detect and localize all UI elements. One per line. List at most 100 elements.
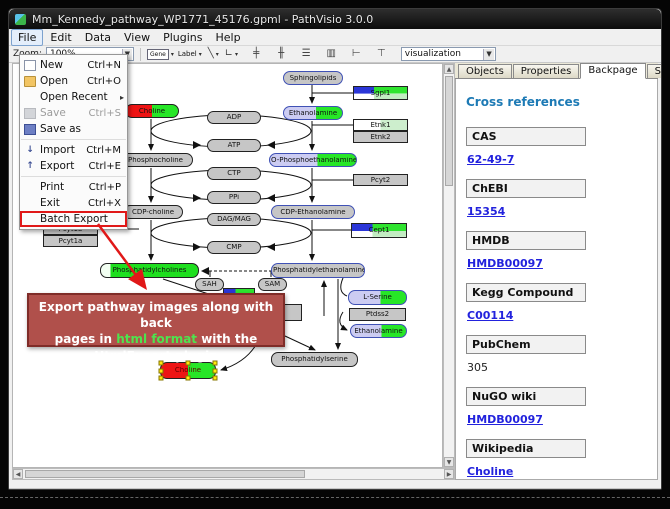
scroll-up-icon[interactable]: ▲ (444, 64, 454, 74)
menu-file[interactable]: File (11, 29, 43, 46)
section-value-link[interactable]: Choline (467, 465, 657, 478)
menu-plugins[interactable]: Plugins (157, 30, 208, 45)
section-value-link[interactable]: HMDB00097 (467, 257, 657, 270)
menu-edit[interactable]: Edit (44, 30, 77, 45)
menu-help[interactable]: Help (210, 30, 247, 45)
dropdown-arrow-icon[interactable]: ▾ (216, 51, 219, 58)
file-menu-item-open[interactable]: OpenCtrl+O (20, 73, 127, 89)
node-ctp[interactable]: CTP (207, 167, 261, 180)
node-ptdss2[interactable]: Ptdss2 (349, 308, 406, 321)
file-menu-item-export[interactable]: ExportCtrl+E (20, 158, 127, 174)
file-menu-item-print[interactable]: PrintCtrl+P (20, 179, 127, 195)
node-sam[interactable]: SAM (258, 278, 287, 291)
node-label: Sphingolipids (289, 75, 338, 82)
dropdown-arrow-icon[interactable]: ▾ (235, 51, 238, 58)
align-left-button[interactable]: ⊢ (349, 47, 364, 62)
node-choline[interactable]: Choline (160, 362, 216, 379)
annotation-line-2: pages in html format with the (29, 331, 283, 347)
node-sgpl1[interactable]: Sgpl1 (353, 86, 408, 100)
align-horizontal-center-button[interactable]: ╫ (274, 47, 289, 62)
node-pcyt1a[interactable]: Pcyt1a (43, 235, 98, 247)
node-label: Ptdss2 (365, 311, 390, 318)
node-label: Choline (138, 108, 166, 115)
scroll-down-icon[interactable]: ▼ (444, 457, 454, 467)
scroll-right-icon[interactable]: ▶ (444, 469, 454, 479)
file-menu-item-batch-export[interactable]: Batch Export (20, 211, 127, 227)
node-cmp[interactable]: CMP (207, 241, 261, 254)
menu-view[interactable]: View (118, 30, 156, 45)
horizontal-scrollbar[interactable]: ◀ ▶ (12, 468, 455, 480)
section-value-link[interactable]: 62-49-7 (467, 153, 657, 166)
selection-handle[interactable] (213, 376, 218, 381)
file-menu-item-import[interactable]: ImportCtrl+M (20, 142, 127, 158)
menu-data[interactable]: Data (79, 30, 117, 45)
node-ppi[interactable]: PPi (207, 191, 261, 204)
tab-backpage[interactable]: Backpage (580, 63, 645, 79)
gene-box-icon: Gene (147, 49, 169, 60)
selection-handle[interactable] (213, 368, 218, 373)
node-l-serine[interactable]: L-Serine (348, 290, 407, 305)
node-cdp-choline[interactable]: CDP-choline (123, 205, 183, 219)
node-dag-mag[interactable]: DAG/MAG (207, 213, 261, 226)
file-menu-item-open-recent[interactable]: Open Recent▸ (20, 89, 127, 105)
backpage-section: CAS62-49-7 (466, 127, 657, 166)
node-cept1[interactable]: Cept1 (351, 223, 407, 238)
node-o-phosphoethanolamine[interactable]: O-Phosphoethanolamine (269, 153, 357, 167)
selection-handle[interactable] (186, 376, 191, 381)
visualization-combobox[interactable]: visualization ▼ (401, 47, 496, 61)
tab-objects[interactable]: Objects (458, 64, 512, 78)
node-atp[interactable]: ATP (207, 139, 261, 152)
node-phosphatidylserine[interactable]: Phosphatidylserine (271, 352, 358, 367)
distribute-rows-button[interactable]: ☰ (299, 47, 314, 62)
file-menu-item-exit[interactable]: ExitCtrl+X (20, 195, 127, 211)
scroll-left-icon[interactable]: ◀ (13, 469, 23, 479)
title-bar[interactable]: Mm_Kennedy_pathway_WP1771_45176.gpml - P… (9, 9, 661, 29)
dropdown-arrow-icon[interactable]: ▼ (483, 49, 493, 60)
label-tool-button[interactable]: Label ▾ (178, 47, 202, 62)
tab-search[interactable]: Search (647, 64, 662, 78)
node-sphingolipids[interactable]: Sphingolipids (283, 71, 343, 85)
selection-handle[interactable] (159, 376, 164, 381)
node-sah[interactable]: SAH (195, 278, 224, 291)
node-adp[interactable]: ADP (207, 111, 261, 124)
file-menu-item-save-as[interactable]: Save as (20, 121, 127, 137)
node-ethanolamine[interactable]: Ethanolamine (350, 324, 407, 338)
line-tool-button[interactable]: ╲▾ (206, 47, 221, 62)
node-unlabeled[interactable] (283, 304, 302, 321)
connector-tool-button[interactable]: ∟▾ (224, 47, 239, 62)
open-folder-icon (24, 76, 36, 87)
section-value-link[interactable]: HMDB00097 (467, 413, 657, 426)
node-etnk1[interactable]: Etnk1 (353, 119, 408, 131)
vertical-scroll-thumb[interactable] (445, 76, 453, 186)
file-menu-item-new[interactable]: NewCtrl+N (20, 57, 127, 73)
visualization-value: visualization (405, 49, 461, 59)
node-choline[interactable]: Choline (125, 104, 179, 118)
node-ethanolamine[interactable]: Ethanolamine (283, 106, 343, 120)
tab-properties[interactable]: Properties (513, 64, 580, 78)
distribute-columns-button[interactable]: ▥ (324, 47, 339, 62)
node-label: CMP (225, 244, 242, 251)
node-cdp-ethanolamine[interactable]: CDP-Ethanolamine (271, 205, 355, 219)
vertical-scrollbar[interactable]: ▲ ▼ (443, 63, 455, 468)
node-etnk2[interactable]: Etnk2 (353, 131, 408, 143)
dropdown-arrow-icon[interactable]: ▾ (199, 51, 202, 58)
node-phosphatidylethanolamine[interactable]: Phosphatidylethanolamine (271, 263, 365, 278)
datanode-tool-button[interactable]: Gene ▾ (147, 47, 174, 62)
horizontal-scroll-thumb[interactable] (25, 470, 305, 478)
backpage-section: NuGO wikiHMDB00097 (466, 387, 657, 426)
dropdown-arrow-icon[interactable]: ▾ (171, 51, 174, 58)
section-value-link[interactable]: C00114 (467, 309, 657, 322)
node-label: Choline (174, 367, 202, 374)
section-value-link[interactable]: 15354 (467, 205, 657, 218)
file-menu-item-save[interactable]: SaveCtrl+S (20, 105, 127, 121)
draw-tools: ╲▾∟▾ (206, 47, 239, 62)
node-phosphatidylcholines[interactable]: Phosphatidylcholines (100, 263, 199, 278)
align-vertical-center-button[interactable]: ╪ (249, 47, 264, 62)
menu-item-label: Open Recent (40, 91, 114, 103)
selection-handle[interactable] (159, 368, 164, 373)
import-icon (24, 145, 36, 156)
node-pcyt2[interactable]: Pcyt2 (353, 174, 408, 186)
new-file-icon (24, 60, 36, 71)
align-top-button[interactable]: ⊤ (374, 47, 389, 62)
node-phosphocholine[interactable]: Phosphocholine (118, 153, 193, 167)
